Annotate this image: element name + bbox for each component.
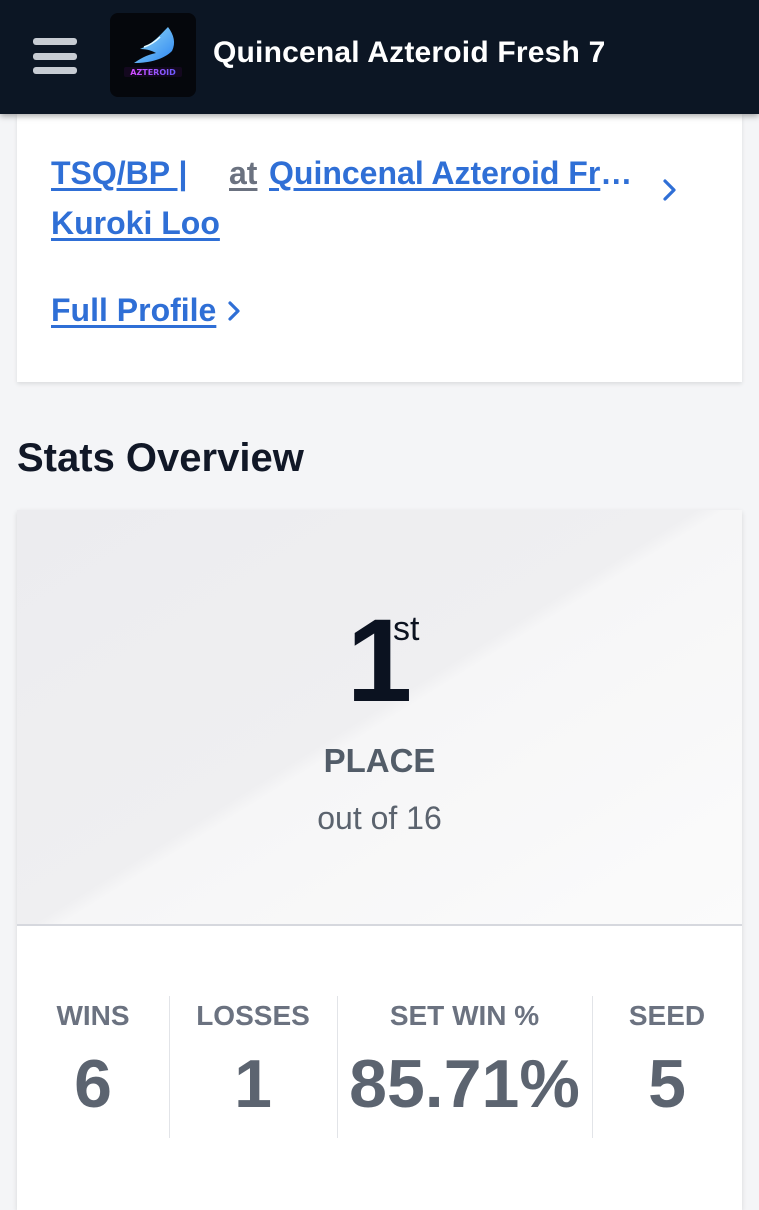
event-name-link[interactable]: Quincenal Azteroid Fresh 7 <box>269 148 639 198</box>
out-of-label: out of 16 <box>317 800 442 836</box>
section-title: Stats Overview <box>17 436 304 480</box>
placement-panel: 1 st PLACE out of 16 <box>17 510 742 926</box>
stats-row: WINS 6 LOSSES 1 SET WIN % 85.71% SEED 5 <box>17 996 742 1138</box>
event-logo[interactable]: AZTEROID <box>110 13 196 97</box>
stat-label: LOSSES <box>196 1000 310 1031</box>
placement-suffix: st <box>393 610 420 648</box>
stats-overview-card: 1 st PLACE out of 16 WINS 6 LOSSES 1 SET… <box>17 510 742 1210</box>
stat-seed: SEED 5 <box>592 996 742 1138</box>
top-app-bar: AZTEROID Quincenal Azteroid Fresh 7 <box>0 0 759 114</box>
stat-value: 1 <box>234 1046 272 1122</box>
winged-logo-icon: AZTEROID <box>124 27 182 77</box>
stat-value: 85.71% <box>349 1046 580 1122</box>
stat-label: SEED <box>628 1000 706 1031</box>
chevron-right-icon[interactable] <box>225 298 245 324</box>
player-tag-link[interactable]: TSQ/BP | Kuroki Loo <box>51 148 226 248</box>
chevron-right-icon[interactable] <box>660 176 680 204</box>
full-profile-link[interactable]: Full Profile <box>51 288 216 332</box>
placement-label: PLACE <box>323 742 436 779</box>
stat-set-win-percent: SET WIN % 85.71% <box>337 996 592 1138</box>
hamburger-menu-icon[interactable] <box>33 38 77 74</box>
at-label: at <box>229 155 258 191</box>
logo-wordmark: AZTEROID <box>130 68 176 77</box>
stat-value: 5 <box>648 1046 686 1122</box>
stat-wins: WINS 6 <box>17 996 169 1138</box>
stat-value: 6 <box>74 1046 112 1122</box>
app-title: Quincenal Azteroid Fresh 7 <box>213 36 606 69</box>
player-entrant-card: TSQ/BP | Kuroki Loo at Quincenal Azteroi… <box>17 114 742 382</box>
stat-losses: LOSSES 1 <box>169 996 337 1138</box>
placement-number: 1 <box>346 595 413 727</box>
stat-label: SET WIN % <box>389 1000 540 1031</box>
stat-label: WINS <box>56 1000 130 1031</box>
